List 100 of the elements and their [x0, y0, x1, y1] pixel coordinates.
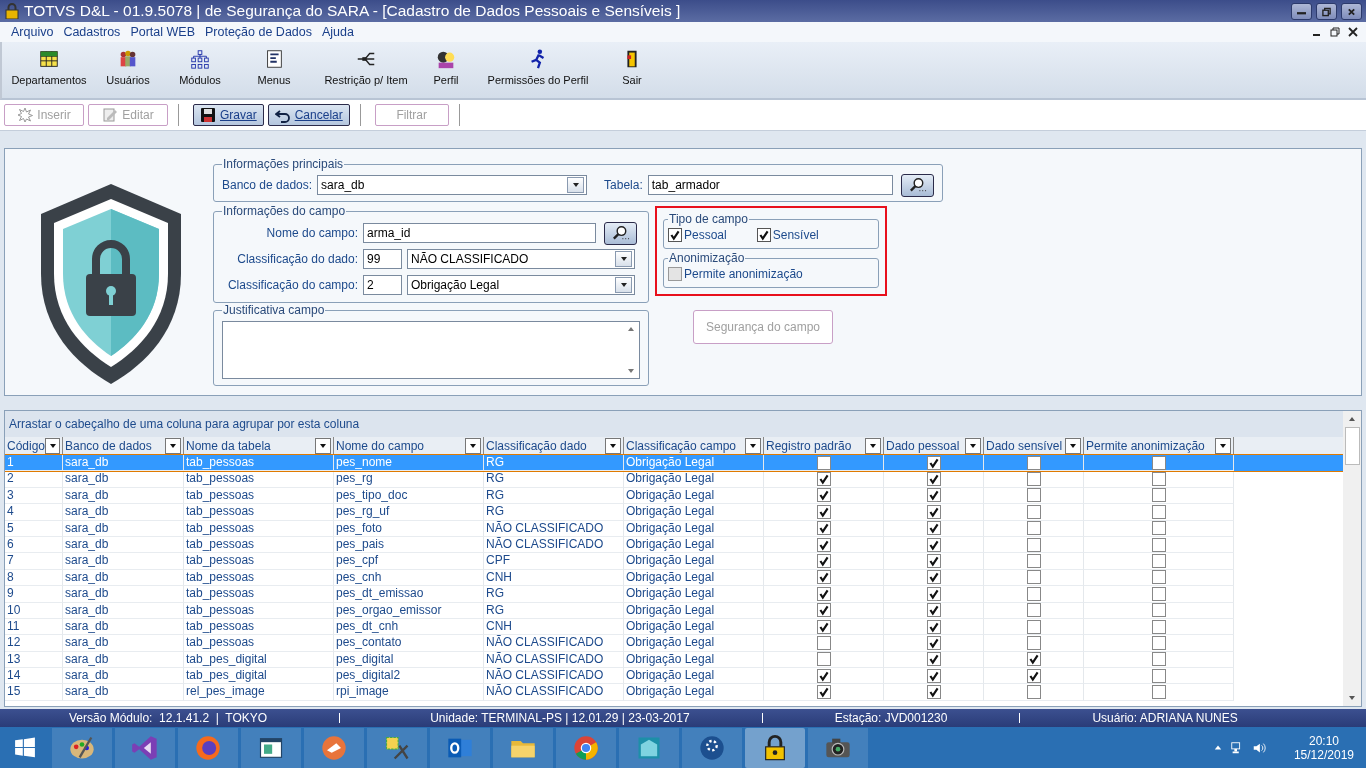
scroll-down-icon[interactable] — [627, 367, 635, 375]
checkbox[interactable] — [1026, 554, 1041, 569]
checkbox[interactable] — [926, 521, 941, 536]
checkbox[interactable] — [1151, 537, 1166, 552]
checkbox[interactable] — [816, 554, 831, 569]
dropdown-arrow-icon[interactable] — [1069, 441, 1077, 450]
classification-dropdown[interactable]: Obrigação Legal — [407, 275, 635, 295]
speaker-icon[interactable] — [1251, 740, 1266, 755]
dropdown-arrow-icon[interactable] — [319, 441, 327, 450]
checkbox[interactable] — [1026, 537, 1041, 552]
toolbar-button[interactable]: Menus — [234, 42, 314, 86]
field-name-field[interactable]: arma_id — [363, 223, 596, 243]
dropdown-arrow-icon[interactable] — [469, 441, 477, 450]
checkbox[interactable] — [926, 685, 941, 700]
checkbox[interactable]: Sensível — [756, 228, 819, 242]
checkbox[interactable] — [1026, 455, 1041, 470]
table-row[interactable]: 6 sara_db tab_pessoas pes_pais NÃO CLASSIFICADO Obrigação Legal — [5, 536, 1343, 554]
checkbox[interactable] — [1151, 504, 1166, 519]
checkbox[interactable] — [816, 652, 831, 667]
scroll-up-icon[interactable] — [627, 325, 635, 333]
checkbox[interactable] — [816, 455, 831, 470]
checkbox[interactable] — [816, 603, 831, 618]
checkbox[interactable] — [1151, 586, 1166, 601]
code-field[interactable]: 2 — [363, 275, 402, 295]
table-row[interactable]: 13 sara_db tab_pes_digital pes_digital NÃO CLASSIFICADO Obrigação Legal — [5, 651, 1343, 669]
menu-item[interactable]: Portal WEB — [130, 25, 195, 39]
table-row[interactable]: 7 sara_db tab_pessoas pes_cpf CPF Obrigação Legal — [5, 553, 1343, 570]
classification-dropdown[interactable]: NÃO CLASSIFICADO — [407, 249, 635, 269]
table-row[interactable]: 14 sara_db tab_pes_digital pes_digital2 NÃO CLASSIFICADO Obrigação Legal — [5, 668, 1343, 685]
close-icon[interactable] — [1348, 27, 1358, 37]
checkbox[interactable] — [1026, 472, 1041, 487]
checkbox[interactable] — [1026, 504, 1041, 519]
dropdown-arrow-icon[interactable] — [48, 441, 57, 450]
checkbox[interactable] — [926, 586, 941, 601]
action-button[interactable]: Cancelar — [267, 104, 350, 126]
checkbox[interactable] — [816, 472, 831, 487]
checkbox[interactable] — [926, 472, 941, 487]
toolbar-button[interactable]: Restrição p/ Item — [314, 42, 418, 86]
taskbar-app[interactable] — [367, 727, 427, 768]
checkbox[interactable] — [1026, 570, 1041, 585]
checkbox[interactable] — [1151, 668, 1166, 683]
menu-item[interactable]: Arquivo — [11, 25, 54, 39]
checkbox[interactable] — [1151, 570, 1166, 585]
toolbar-button[interactable]: Módulos — [166, 42, 234, 86]
checkbox[interactable] — [816, 619, 831, 634]
restore-button[interactable] — [1316, 2, 1337, 20]
table-row[interactable]: 4 sara_db tab_pessoas pes_rg_uf RG Obrigação Legal — [5, 504, 1343, 521]
checkbox[interactable] — [926, 537, 941, 552]
checkbox[interactable] — [926, 603, 941, 618]
restore-icon[interactable] — [1330, 27, 1340, 37]
checkbox[interactable] — [816, 504, 831, 519]
checkbox[interactable]: Pessoal — [668, 228, 727, 242]
checkbox[interactable] — [1151, 488, 1166, 503]
checkbox[interactable] — [1151, 521, 1166, 536]
checkbox[interactable] — [1151, 685, 1166, 700]
scrollbar[interactable] — [1343, 411, 1361, 706]
checkbox[interactable] — [1026, 652, 1041, 667]
toolbar-button[interactable]: Perfil — [418, 42, 474, 86]
checkbox[interactable] — [816, 685, 831, 700]
close-button[interactable] — [1341, 2, 1362, 20]
search-button[interactable] — [900, 173, 934, 197]
checkbox[interactable] — [1151, 554, 1166, 569]
table-row[interactable]: 15 sara_db rel_pes_image rpi_image NÃO CLASSIFICADO Obrigação Legal — [5, 684, 1343, 701]
search-button[interactable] — [604, 221, 637, 245]
scroll-up-icon[interactable] — [1348, 415, 1356, 423]
checkbox[interactable] — [926, 668, 941, 683]
checkbox[interactable] — [816, 636, 831, 650]
checkbox[interactable] — [1151, 603, 1166, 618]
checkbox[interactable]: Permite anonimização — [668, 267, 874, 281]
chevron-up-icon[interactable] — [1213, 743, 1222, 752]
checkbox[interactable] — [926, 455, 941, 470]
action-button[interactable]: Gravar — [193, 104, 264, 126]
checkbox[interactable] — [926, 488, 941, 503]
checkbox[interactable] — [926, 504, 941, 519]
checkbox[interactable] — [926, 619, 941, 634]
dropdown-arrow-icon[interactable] — [969, 441, 977, 450]
checkbox[interactable] — [1026, 603, 1041, 618]
taskbar-app[interactable] — [241, 727, 301, 768]
toolbar-button[interactable]: Sair — [602, 42, 662, 86]
checkbox[interactable] — [1151, 636, 1166, 650]
clock[interactable]: 20:10 15/12/2019 — [1293, 733, 1354, 762]
checkbox[interactable] — [816, 586, 831, 601]
checkbox[interactable] — [1151, 619, 1166, 634]
taskbar-app[interactable] — [304, 727, 364, 768]
taskbar-app[interactable] — [745, 727, 805, 768]
table-row[interactable]: 2 sara_db tab_pessoas pes_rg RG Obrigação Legal — [5, 471, 1343, 488]
table-row[interactable]: 8 sara_db tab_pessoas pes_cnh CNH Obrigação Legal — [5, 569, 1343, 587]
checkbox[interactable] — [1026, 521, 1041, 536]
checkbox[interactable] — [816, 488, 831, 503]
table-row[interactable]: 9 sara_db tab_pessoas pes_dt_emissao RG Obrigação Legal — [5, 586, 1343, 603]
toolbar-button[interactable]: Usuários — [90, 42, 166, 86]
dropdown-arrow-icon[interactable] — [749, 441, 757, 450]
table-row[interactable]: 3 sara_db tab_pessoas pes_tipo_doc RG Obrigação Legal — [5, 487, 1343, 505]
checkbox[interactable] — [1026, 668, 1041, 683]
database-dropdown[interactable]: sara_db — [317, 175, 588, 195]
checkbox[interactable] — [1151, 455, 1166, 470]
checkbox[interactable] — [1151, 652, 1166, 667]
code-field[interactable]: 99 — [363, 249, 402, 269]
table-row[interactable]: 10 sara_db tab_pessoas pes_orgao_emissor RG Obrigação Legal — [5, 602, 1343, 619]
checkbox[interactable] — [1026, 586, 1041, 601]
